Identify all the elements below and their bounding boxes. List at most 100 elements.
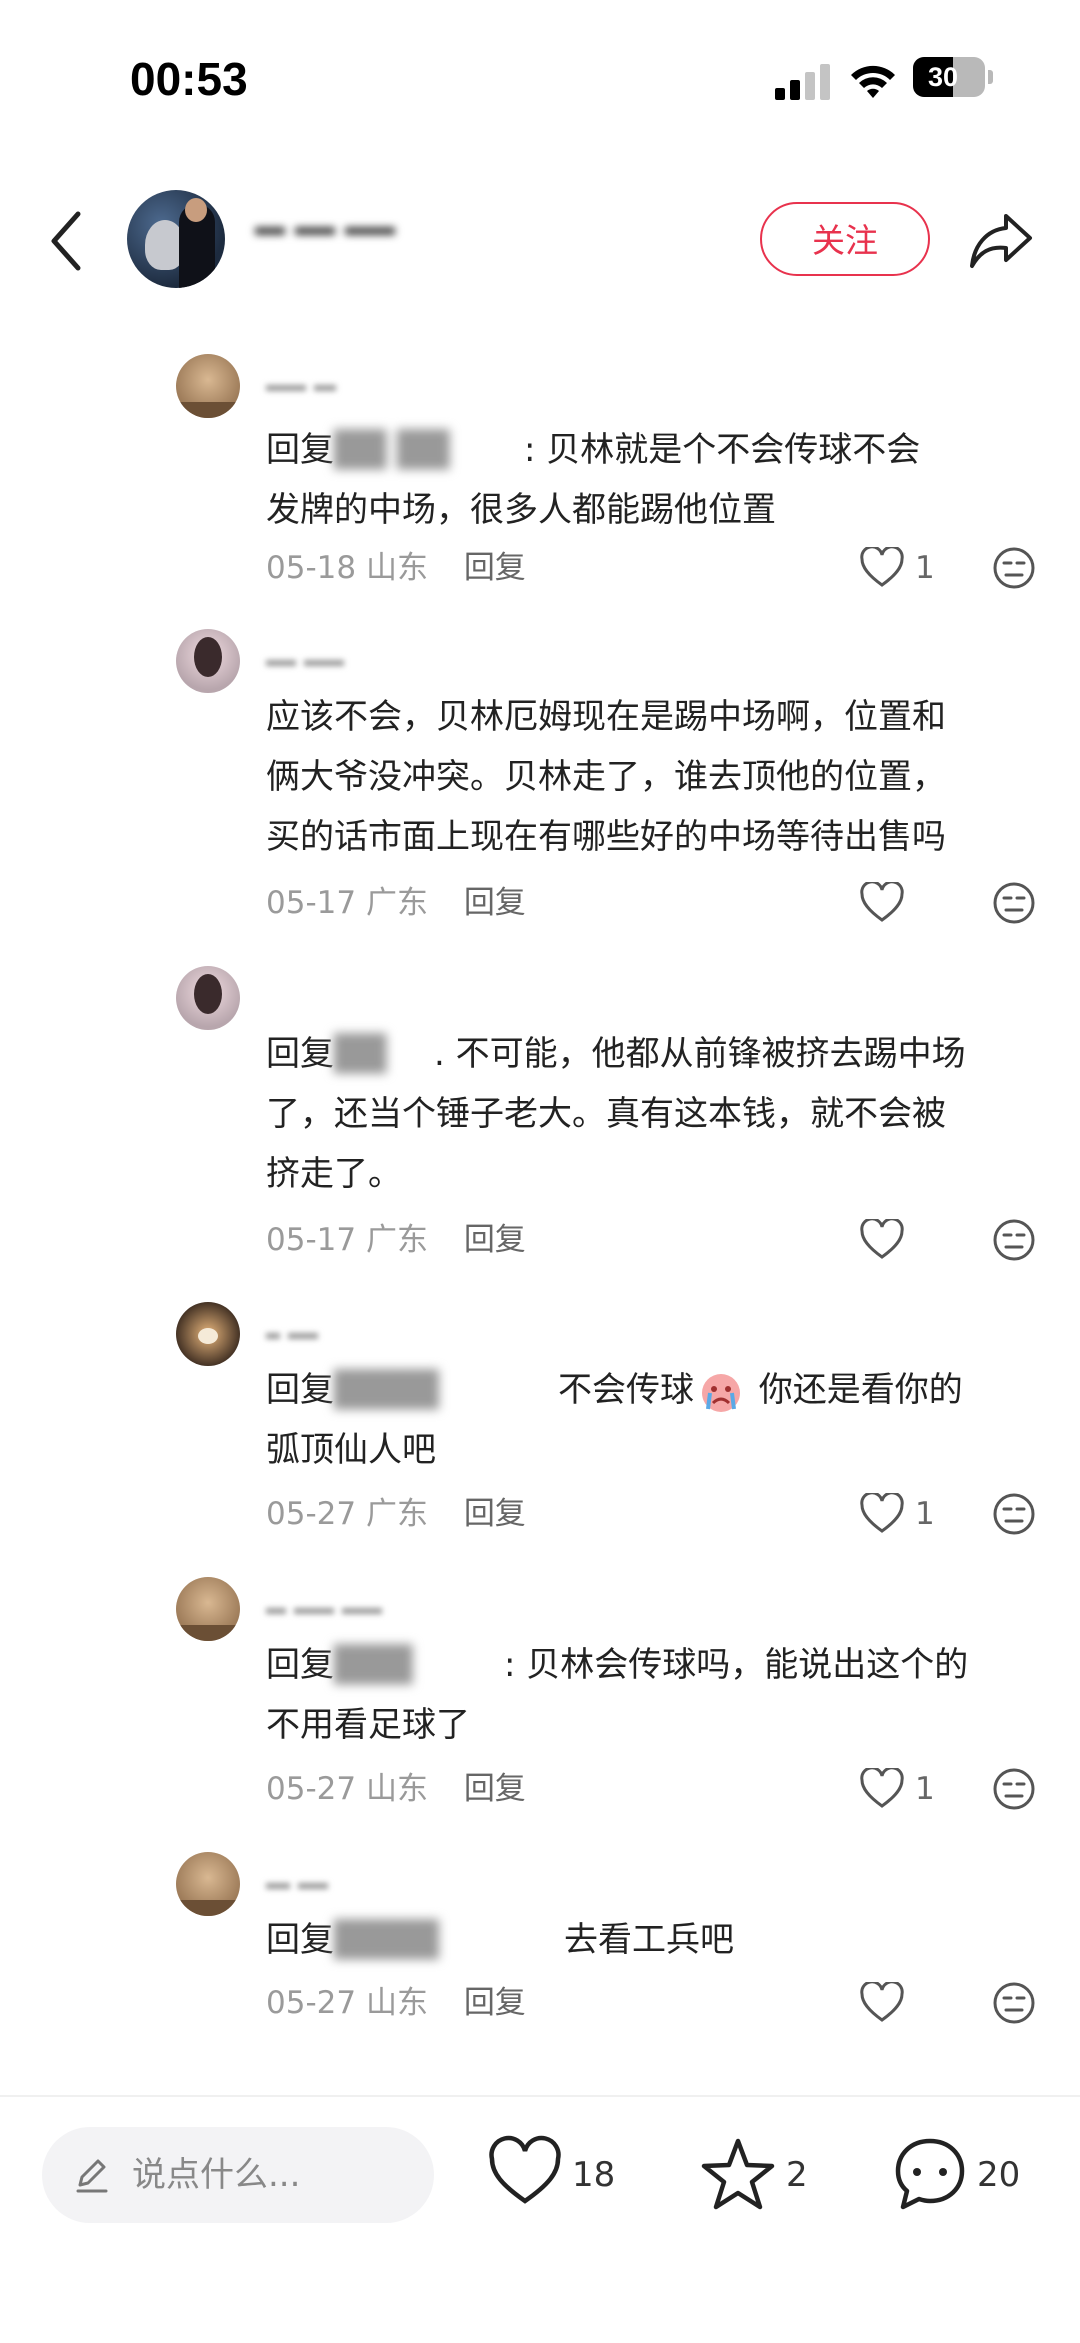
reply-prefix: 回复 bbox=[266, 1034, 334, 1074]
reply-button[interactable]: 回复 bbox=[464, 885, 526, 921]
pencil-icon bbox=[76, 2159, 108, 2193]
emoji-reaction-icon[interactable] bbox=[992, 1981, 1036, 2025]
battery-cap bbox=[988, 70, 993, 84]
comment-text-line3: 挤走了。 bbox=[266, 1154, 402, 1194]
comment-text-line2: 不用看足球了 bbox=[266, 1705, 470, 1745]
comment-text[interactable]: 回复██ ██: 贝林就是个不会传球不会 发牌的中场，很多人都能踢他位置 bbox=[266, 420, 1036, 540]
comment-text-line1: 不会传球 bbox=[558, 1370, 694, 1410]
comment-location: 山东 bbox=[365, 1771, 428, 1807]
post-collect-button[interactable]: 2 bbox=[700, 2135, 820, 2215]
comment-text[interactable]: 回复████ 不会传球 你还是看你的 弧顶仙人吧 bbox=[266, 1360, 1036, 1480]
comment-date: 05-18 bbox=[266, 550, 357, 586]
reply-button[interactable]: 回复 bbox=[464, 1222, 526, 1258]
commenter-avatar[interactable] bbox=[176, 1302, 240, 1366]
commenter-name-blurred[interactable] bbox=[266, 376, 396, 391]
emoji-reaction-icon[interactable] bbox=[992, 546, 1036, 590]
post-header: 关注 bbox=[0, 170, 1080, 310]
emoji-reaction-icon[interactable] bbox=[992, 1218, 1036, 1262]
comment-like-button[interactable]: 1 bbox=[860, 543, 950, 593]
comment-meta: 05-17 广东 回复 bbox=[266, 878, 526, 928]
comment-location: 广东 bbox=[365, 885, 428, 921]
heart-icon bbox=[860, 882, 904, 922]
comment-text-line1: : 贝林就是个不会传球不会 bbox=[524, 430, 921, 470]
battery-level: 30 bbox=[927, 62, 959, 92]
reply-prefix: 回复 bbox=[266, 430, 334, 470]
post-like-count: 18 bbox=[572, 2155, 616, 2195]
comment-text-line1: : 贝林会传球吗，能说出这个的 bbox=[504, 1645, 969, 1685]
comment-text[interactable]: 回复████ 去看工兵吧 bbox=[266, 1910, 1036, 1970]
reply-button[interactable]: 回复 bbox=[464, 1771, 526, 1807]
post-comment-button[interactable]: 20 bbox=[893, 2135, 1043, 2215]
comment-like-button[interactable] bbox=[860, 1215, 950, 1265]
crying-face-emoji-icon bbox=[702, 1373, 740, 1412]
comment-date: 05-27 bbox=[266, 1771, 357, 1807]
author-name-blurred[interactable] bbox=[255, 220, 415, 256]
comment-like-button[interactable] bbox=[860, 1978, 950, 2028]
commenter-name-blurred[interactable] bbox=[266, 1324, 396, 1339]
mentioned-user-blurred: ████ bbox=[334, 1370, 439, 1410]
heart-icon bbox=[860, 547, 904, 587]
comment-text-line1-end: 你还是看你的 bbox=[748, 1370, 963, 1410]
comment-location: 山东 bbox=[365, 550, 428, 586]
commenter-avatar[interactable] bbox=[176, 1852, 240, 1916]
comment-input-placeholder: 说点什么... bbox=[132, 2155, 301, 2195]
post-comment-count: 20 bbox=[977, 2155, 1021, 2195]
like-count: 1 bbox=[915, 1771, 935, 1807]
emoji-reaction-icon[interactable] bbox=[992, 1767, 1036, 1811]
comment-date: 05-17 bbox=[266, 1222, 357, 1258]
reply-prefix: 回复 bbox=[266, 1920, 334, 1960]
emoji-reaction-icon[interactable] bbox=[992, 1492, 1036, 1536]
post-like-button[interactable]: 18 bbox=[488, 2135, 618, 2215]
comment-text-line1: 应该不会，贝林厄姆现在是踢中场啊，位置和 bbox=[266, 697, 946, 737]
back-arrow-icon[interactable] bbox=[42, 208, 92, 274]
comment-text[interactable]: 回复██ . 不可能，他都从前锋被挤去踢中场 了，还当个锤子老大。真有这本钱，就不… bbox=[266, 1024, 1036, 1204]
comment-text-line2: 弧顶仙人吧 bbox=[266, 1430, 436, 1470]
comment-text-line2: 了，还当个锤子老大。真有这本钱，就不会被 bbox=[266, 1094, 946, 1134]
commenter-avatar[interactable] bbox=[176, 966, 240, 1030]
follow-button[interactable]: 关注 bbox=[760, 202, 930, 276]
comment-date: 05-27 bbox=[266, 1985, 357, 2021]
comment-bubble-icon bbox=[895, 2138, 965, 2210]
comment-text[interactable]: 应该不会，贝林厄姆现在是踢中场啊，位置和 俩大爷没冲突。贝林走了，谁去顶他的位置… bbox=[266, 687, 1036, 867]
cellular-signal-icon bbox=[775, 62, 835, 100]
comment-text-line1: . 不可能，他都从前锋被挤去踢中场 bbox=[434, 1034, 966, 1074]
commenter-avatar[interactable] bbox=[176, 629, 240, 693]
commenter-avatar[interactable] bbox=[176, 354, 240, 418]
comment-location: 山东 bbox=[365, 1985, 428, 2021]
post-collect-count: 2 bbox=[786, 2155, 808, 2195]
comment-text-line1: 去看工兵吧 bbox=[564, 1920, 734, 1960]
comment-meta: 05-27 山东 回复 bbox=[266, 1764, 526, 1814]
comment-meta: 05-27 广东 回复 bbox=[266, 1489, 526, 1539]
share-icon[interactable] bbox=[968, 210, 1034, 270]
bottom-action-bar: 说点什么... 18 2 20 bbox=[0, 2095, 1080, 2343]
status-bar: 00:53 30 bbox=[0, 0, 1080, 160]
like-count: 1 bbox=[915, 1496, 935, 1532]
comment-text-line2: 俩大爷没冲突。贝林走了，谁去顶他的位置， bbox=[266, 757, 946, 797]
comment-date: 05-27 bbox=[266, 1496, 357, 1532]
comment-meta: 05-17 广东 回复 bbox=[266, 1215, 526, 1265]
comment-date: 05-17 bbox=[266, 885, 357, 921]
comment-meta: 05-27 山东 回复 bbox=[266, 1978, 526, 2028]
commenter-avatar[interactable] bbox=[176, 1577, 240, 1641]
comment-meta: 05-18 山东 回复 bbox=[266, 543, 526, 593]
mentioned-user-blurred: ████ bbox=[334, 1920, 439, 1960]
comment-text-line3: 买的话市面上现在有哪些好的中场等待出售吗 bbox=[266, 817, 946, 857]
author-avatar[interactable] bbox=[127, 190, 225, 288]
commenter-name-blurred[interactable] bbox=[266, 651, 396, 666]
emoji-reaction-icon[interactable] bbox=[992, 881, 1036, 925]
comment-input[interactable]: 说点什么... bbox=[42, 2127, 434, 2223]
commenter-name-blurred[interactable] bbox=[266, 1874, 396, 1889]
status-time: 00:53 bbox=[130, 53, 248, 105]
commenter-name-blurred[interactable] bbox=[266, 1599, 396, 1614]
mentioned-user-blurred: ██ bbox=[334, 1034, 387, 1074]
reply-button[interactable]: 回复 bbox=[464, 550, 526, 586]
comment-text[interactable]: 回复███: 贝林会传球吗，能说出这个的 不用看足球了 bbox=[266, 1635, 1036, 1755]
wifi-icon bbox=[851, 65, 895, 98]
reply-button[interactable]: 回复 bbox=[464, 1496, 526, 1532]
reply-button[interactable]: 回复 bbox=[464, 1985, 526, 2021]
star-icon bbox=[701, 2138, 775, 2210]
reply-prefix: 回复 bbox=[266, 1370, 334, 1410]
comment-like-button[interactable] bbox=[860, 878, 950, 928]
comment-like-button[interactable]: 1 bbox=[860, 1764, 950, 1814]
comment-like-button[interactable]: 1 bbox=[860, 1489, 950, 1539]
